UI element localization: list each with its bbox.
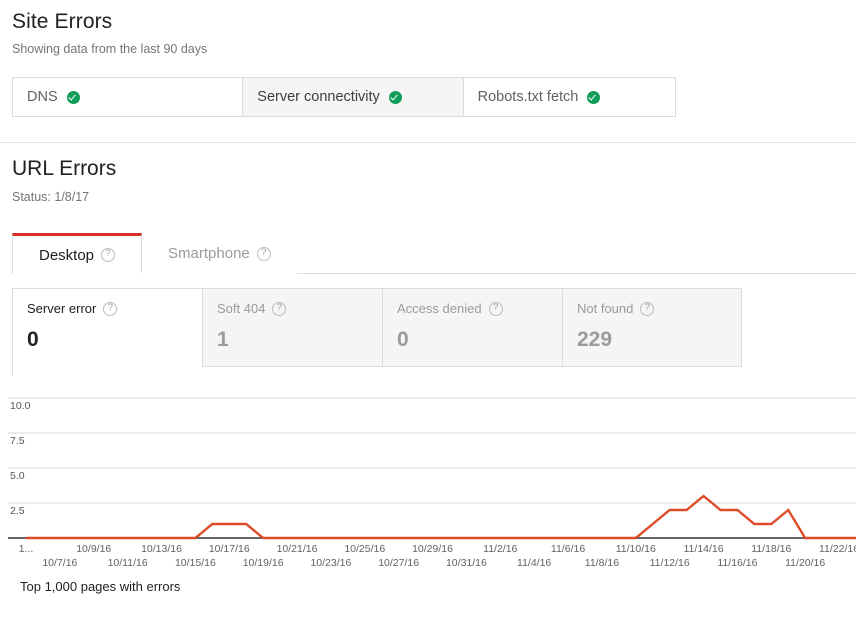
site-error-status-row: DNS Server connectivity Robots.txt fetch bbox=[12, 77, 676, 117]
site-errors-page: Site Errors Showing data from the last 9… bbox=[0, 0, 856, 594]
question-mark-icon[interactable] bbox=[272, 301, 287, 316]
card-value: 1 bbox=[217, 328, 229, 351]
question-mark-icon[interactable] bbox=[103, 301, 118, 316]
x-axis-tick-label: 1... bbox=[19, 543, 34, 555]
card-not-found[interactable]: Not found 229 bbox=[562, 288, 742, 367]
card-label: Not found bbox=[577, 301, 634, 316]
x-axis-tick-label: 10/21/16 bbox=[277, 543, 318, 555]
x-axis-tick-label: 10/27/16 bbox=[378, 557, 419, 569]
x-axis-tick-label: 10/19/16 bbox=[243, 557, 284, 569]
x-axis-tick-label: 11/12/16 bbox=[650, 557, 690, 569]
card-value: 0 bbox=[27, 328, 39, 351]
x-axis-tick-label: 11/14/16 bbox=[684, 543, 724, 555]
x-axis-tick-label: 10/25/16 bbox=[344, 543, 385, 555]
top-pages-note: Top 1,000 pages with errors bbox=[20, 579, 181, 594]
card-server-error[interactable]: Server error 0 bbox=[12, 288, 202, 376]
x-axis-tick-label: 11/6/16 bbox=[551, 543, 585, 555]
y-axis-tick-label: 2.5 bbox=[10, 505, 25, 517]
card-soft-404[interactable]: Soft 404 1 bbox=[202, 288, 382, 367]
card-value: 0 bbox=[397, 328, 409, 351]
question-mark-icon[interactable] bbox=[256, 246, 271, 261]
x-axis-tick-label: 10/13/16 bbox=[141, 543, 182, 555]
status-box-label: Robots.txt fetch bbox=[477, 89, 579, 105]
tab-desktop[interactable]: Desktop bbox=[12, 233, 143, 274]
x-axis-tick-label: 10/15/16 bbox=[175, 557, 216, 569]
tab-label: Smartphone bbox=[168, 245, 250, 262]
status-box-robots-txt-fetch[interactable]: Robots.txt fetch bbox=[464, 78, 675, 116]
x-axis-tick-label: 11/4/16 bbox=[517, 557, 551, 569]
card-label-row: Not found bbox=[577, 301, 727, 316]
error-trend-chart[interactable]: 2.5 5.0 7.5 10.0 1... 10/7/16 10/9/16 10/11/16 1… bbox=[0, 389, 856, 569]
tab-label: Desktop bbox=[39, 246, 95, 264]
status-box-server-connectivity[interactable]: Server connectivity bbox=[243, 78, 464, 116]
status-box-label: DNS bbox=[27, 89, 58, 105]
error-type-cards: Server error 0 Soft 404 1 Access denied … bbox=[12, 288, 742, 376]
x-axis-tick-label: 10/17/16 bbox=[209, 543, 250, 555]
card-label: Server error bbox=[27, 301, 97, 316]
green-check-icon bbox=[66, 90, 80, 104]
green-check-icon bbox=[587, 90, 601, 104]
x-axis-tick-label: 10/7/16 bbox=[42, 557, 77, 569]
card-label: Soft 404 bbox=[217, 301, 266, 316]
x-axis-tick-label: 11/22/16 bbox=[819, 543, 856, 555]
x-axis-tick-label: 10/31/16 bbox=[446, 557, 487, 569]
tab-smartphone[interactable]: Smartphone bbox=[142, 233, 297, 274]
question-mark-icon[interactable] bbox=[640, 301, 655, 316]
x-axis-tick-label: 10/23/16 bbox=[310, 557, 351, 569]
x-axis-tick-label: 11/10/16 bbox=[616, 543, 656, 555]
x-axis-tick-label: 11/18/16 bbox=[751, 543, 791, 555]
error-trend-chart-svg: 2.5 5.0 7.5 10.0 1... 10/7/16 10/9/16 10/11/16 1… bbox=[8, 397, 856, 569]
status-box-label: Server connectivity bbox=[257, 89, 380, 105]
card-label-row: Server error bbox=[27, 301, 188, 316]
url-errors-title: URL Errors bbox=[12, 157, 117, 180]
card-label-row: Access denied bbox=[397, 301, 548, 316]
card-label: Access denied bbox=[397, 301, 482, 316]
page-subtitle: Showing data from the last 90 days bbox=[12, 42, 208, 56]
device-tabs: Desktop Smartphone bbox=[12, 233, 856, 274]
x-axis-tick-label: 11/20/16 bbox=[785, 557, 825, 569]
x-axis-tick-label: 11/16/16 bbox=[717, 557, 757, 569]
page-title: Site Errors bbox=[12, 10, 113, 33]
green-check-icon bbox=[388, 90, 402, 104]
question-mark-icon[interactable] bbox=[488, 301, 503, 316]
x-axis-tick-label: 10/11/16 bbox=[108, 557, 148, 569]
card-label-row: Soft 404 bbox=[217, 301, 368, 316]
y-axis-tick-label: 10.0 bbox=[10, 400, 31, 412]
x-axis-tick-label: 10/29/16 bbox=[412, 543, 453, 555]
x-axis-tick-label: 11/2/16 bbox=[483, 543, 517, 555]
question-mark-icon[interactable] bbox=[101, 247, 116, 262]
card-access-denied[interactable]: Access denied 0 bbox=[382, 288, 562, 367]
y-axis-tick-label: 7.5 bbox=[10, 435, 25, 447]
card-value: 229 bbox=[577, 328, 613, 351]
chart-series-line bbox=[26, 494, 856, 540]
x-axis-tick-label: 10/9/16 bbox=[76, 543, 111, 555]
x-axis-tick-label: 11/8/16 bbox=[585, 557, 619, 569]
url-errors-status: Status: 1/8/17 bbox=[12, 190, 90, 204]
status-box-dns[interactable]: DNS bbox=[13, 78, 244, 116]
active-tab-underline-mask bbox=[17, 273, 156, 274]
y-axis-tick-label: 5.0 bbox=[10, 470, 25, 482]
